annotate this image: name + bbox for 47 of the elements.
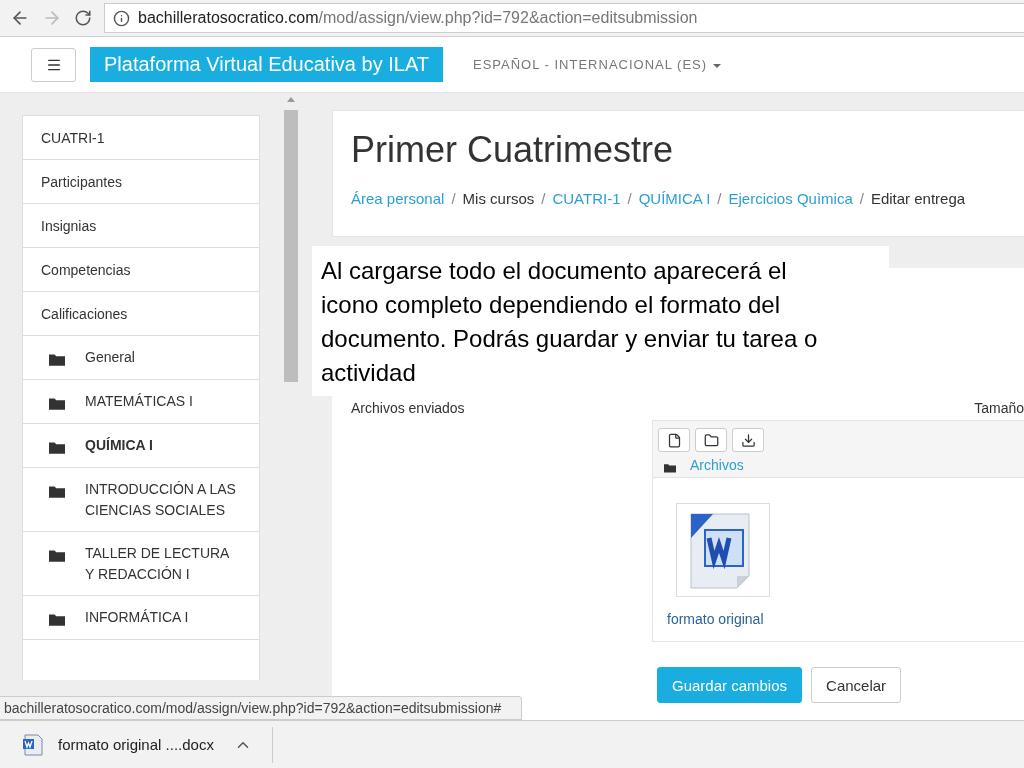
- sidebar-item[interactable]: QUÍMICA I: [23, 424, 259, 468]
- breadcrumb-separator: /: [859, 190, 864, 207]
- folder-icon: [49, 441, 65, 454]
- breadcrumb-separator: /: [627, 190, 632, 207]
- sidebar-item[interactable]: Insignias: [23, 204, 259, 248]
- breadcrumb-item[interactable]: Editar entrega: [870, 190, 966, 207]
- cancel-button[interactable]: Cancelar: [811, 667, 902, 703]
- folder-icon: [49, 397, 65, 410]
- file-icon: [666, 432, 682, 448]
- field-label: Archivos enviados: [351, 400, 466, 416]
- folder-icon: [49, 549, 65, 562]
- sidebar-item[interactable]: TALLER DE LECTURA Y REDACCIÓN I: [23, 532, 259, 596]
- breadcrumb-separator: /: [717, 190, 722, 207]
- folder-icon: [664, 463, 676, 473]
- download-icon: [740, 432, 756, 448]
- breadcrumb-separator: /: [541, 190, 546, 207]
- sidebar-item[interactable]: CUATRI-1: [23, 116, 259, 160]
- scrollbar-thumb[interactable]: [284, 110, 298, 382]
- sidebar-item[interactable]: Participantes: [23, 160, 259, 204]
- file-name[interactable]: formato original: [667, 611, 764, 627]
- folder-icon: [49, 353, 65, 366]
- create-folder-button[interactable]: [695, 428, 727, 452]
- status-url: bachilleratosocratico.com/mod/assign/view.php?id=792&action=editsubmission#: [0, 696, 523, 720]
- sidebar-item[interactable]: INFORMÁTICA I: [23, 596, 259, 640]
- word-document-icon[interactable]: [676, 503, 770, 597]
- breadcrumb-item[interactable]: Mis cursos: [462, 190, 535, 207]
- folder-icon: [49, 613, 65, 626]
- folder-icon: [49, 485, 65, 498]
- add-file-button[interactable]: [658, 428, 690, 452]
- sidebar-item[interactable]: General: [23, 336, 259, 380]
- info-icon[interactable]: [113, 9, 130, 27]
- breadcrumb-separator: /: [451, 190, 456, 207]
- page-title: Primer Cuatrimestre: [351, 129, 675, 171]
- reload-icon[interactable]: [74, 9, 92, 27]
- folder-icon: [703, 432, 719, 448]
- word-document-icon: [22, 733, 44, 756]
- sidebar-item[interactable]: Calificaciones: [23, 292, 259, 336]
- sidebar-item[interactable]: INTRODUCCIÓN A LAS CIENCIAS SOCIALES: [23, 468, 259, 532]
- sidebar-item[interactable]: MATEMÁTICAS I: [23, 380, 259, 424]
- sidebar-item[interactable]: Competencias: [23, 248, 259, 292]
- annotation-text: Al cargarse todo el documento aparecerá el icono completo dependiendo el formato del documento. Podrás guardar y enviar tu tarea o actividad: [312, 246, 889, 396]
- download-file-name: formato original ....docx: [58, 736, 214, 753]
- menu-button[interactable]: [31, 47, 76, 82]
- size-label: Tamaño: [974, 400, 1024, 416]
- download-button[interactable]: [732, 428, 764, 452]
- language-menu[interactable]: ESPAÑOL - INTERNACIONAL (ES): [473, 57, 722, 72]
- address-field[interactable]: bachilleratosocratico.com/mod/assign/view.php?id=792&action=editsubmission: [104, 3, 1024, 33]
